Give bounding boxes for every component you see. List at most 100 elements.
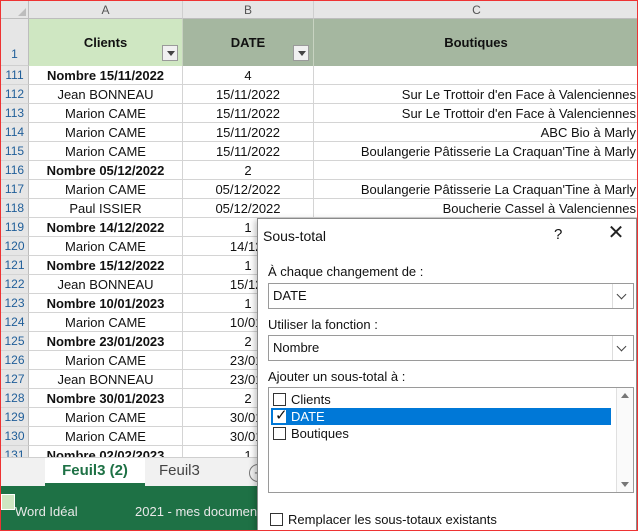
dialog-title: Sous-total	[263, 228, 327, 244]
cell-clients[interactable]: Marion CAME	[29, 408, 183, 427]
row-number[interactable]: 117	[1, 180, 29, 199]
cell-clients[interactable]: Paul ISSIER	[29, 199, 183, 218]
row-number[interactable]: 111	[1, 66, 29, 85]
row-number[interactable]: 129	[1, 408, 29, 427]
header-boutiques[interactable]: Boutiques	[314, 19, 637, 66]
cell-boutiques[interactable]: Boulangerie Pâtisserie La Craquan'Tine à…	[314, 180, 637, 199]
close-icon[interactable]: ✕	[606, 223, 626, 243]
cell-clients[interactable]: Marion CAME	[29, 142, 183, 161]
taskbar-item-1[interactable]: Word Idéal	[15, 504, 78, 519]
row-number[interactable]: 114	[1, 123, 29, 142]
cell-clients[interactable]: Nombre 05/12/2022	[29, 161, 183, 180]
row-number[interactable]: 124	[1, 313, 29, 332]
table-row: 117 Marion CAME 05/12/2022 Boulangerie Pâti…	[1, 180, 637, 199]
cell-date[interactable]: 15/11/2022	[183, 85, 314, 104]
cell-clients[interactable]: Nombre 30/01/2023	[29, 389, 183, 408]
row-number[interactable]: 127	[1, 370, 29, 389]
header-clients-label: Clients	[83, 35, 128, 50]
cell-date[interactable]: 2	[183, 161, 314, 180]
checkbox-clients[interactable]	[273, 393, 286, 406]
chevron-down-icon[interactable]	[612, 284, 633, 308]
filter-dropdown-icon[interactable]	[293, 45, 309, 61]
row-number[interactable]: 121	[1, 256, 29, 275]
cell-clients[interactable]: Marion CAME	[29, 104, 183, 123]
subtotal-dialog: Sous-total ? ✕ À chaque changement de : …	[257, 218, 637, 530]
help-icon[interactable]: ?	[554, 226, 562, 243]
list-scrollbar[interactable]	[616, 388, 633, 492]
tab-feuil3[interactable]: Feuil3	[159, 458, 200, 486]
row-number[interactable]: 122	[1, 275, 29, 294]
cell-date[interactable]: 15/11/2022	[183, 104, 314, 123]
column-header-c[interactable]: C	[314, 1, 637, 19]
row-number[interactable]: 126	[1, 351, 29, 370]
table-row: 112 Jean BONNEAU 15/11/2022 Sur Le Trottoir…	[1, 85, 637, 104]
cell-clients[interactable]: Nombre 10/01/2023	[29, 294, 183, 313]
header-clients[interactable]: Clients	[29, 19, 183, 66]
row-number[interactable]: 119	[1, 218, 29, 237]
cell-clients[interactable]: Jean BONNEAU	[29, 370, 183, 389]
checkbox-date[interactable]: ✓	[273, 407, 288, 424]
list-item-label: Boutiques	[291, 426, 349, 441]
table-row: 116 Nombre 05/12/2022 2	[1, 161, 637, 180]
taskbar-item-2[interactable]: 2021 - mes documents	[135, 504, 267, 520]
cell-date[interactable]: 15/11/2022	[183, 142, 314, 161]
row-number[interactable]: 120	[1, 237, 29, 256]
row-number[interactable]: 128	[1, 389, 29, 408]
row-number[interactable]: 112	[1, 85, 29, 104]
cell-date[interactable]: 4	[183, 66, 314, 85]
cell-clients[interactable]: Nombre 15/11/2022	[29, 66, 183, 85]
table-row: 118 Paul ISSIER 05/12/2022 Boucherie Cassel…	[1, 199, 637, 218]
column-header-a[interactable]: A	[29, 1, 183, 19]
scroll-up-icon[interactable]	[617, 388, 633, 402]
cell-boutiques[interactable]	[314, 66, 637, 85]
row-number[interactable]: 118	[1, 199, 29, 218]
change-select[interactable]: DATE	[268, 283, 634, 309]
cell-clients[interactable]: Nombre 14/12/2022	[29, 218, 183, 237]
cell-boutiques[interactable]: Sur Le Trottoir d'en Face à Valenciennes	[314, 85, 637, 104]
cell-boutiques[interactable]	[314, 161, 637, 180]
header-date-label: DATE	[230, 35, 266, 50]
row-number[interactable]: 125	[1, 332, 29, 351]
cell-clients[interactable]: Nombre 23/01/2023	[29, 332, 183, 351]
row-number[interactable]: 113	[1, 104, 29, 123]
cell-date[interactable]: 05/12/2022	[183, 180, 314, 199]
table-row: 115 Marion CAME 15/11/2022 Boulangerie Pâti…	[1, 142, 637, 161]
cell-clients[interactable]: Marion CAME	[29, 180, 183, 199]
row-number[interactable]: 130	[1, 427, 29, 446]
list-item-date[interactable]: ✓ DATE	[271, 407, 611, 425]
column-header-b[interactable]: B	[183, 1, 314, 19]
cell-clients[interactable]: Marion CAME	[29, 351, 183, 370]
header-date[interactable]: DATE	[183, 19, 314, 66]
row-number[interactable]: 116	[1, 161, 29, 180]
replace-subtotals-label[interactable]: Remplacer les sous-totaux existants	[288, 512, 497, 527]
checkbox-boutiques[interactable]	[273, 427, 286, 440]
replace-subtotals-checkbox[interactable]	[270, 513, 283, 526]
select-all-corner[interactable]	[1, 1, 29, 19]
list-item-clients[interactable]: Clients	[271, 391, 611, 408]
cell-boutiques[interactable]: ABC Bio à Marly	[314, 123, 637, 142]
cell-clients[interactable]: Marion CAME	[29, 427, 183, 446]
cell-boutiques[interactable]: Boucherie Cassel à Valenciennes	[314, 199, 637, 218]
list-item-boutiques[interactable]: Boutiques	[271, 425, 611, 442]
cell-clients[interactable]: Jean BONNEAU	[29, 275, 183, 294]
subtotal-fields-list[interactable]: Clients ✓ DATE Boutiques	[268, 387, 634, 493]
row-number[interactable]: 1	[1, 19, 29, 66]
cell-clients[interactable]: Marion CAME	[29, 313, 183, 332]
row-number[interactable]: 115	[1, 142, 29, 161]
chevron-down-icon[interactable]	[612, 336, 633, 360]
cell-date[interactable]: 15/11/2022	[183, 123, 314, 142]
cell-clients[interactable]: Nombre 15/12/2022	[29, 256, 183, 275]
cell-clients[interactable]: Marion CAME	[29, 237, 183, 256]
tab-feuil3-2[interactable]: Feuil3 (2)	[45, 458, 145, 486]
cell-date[interactable]: 05/12/2022	[183, 199, 314, 218]
cell-boutiques[interactable]: Boulangerie Pâtisserie La Craquan'Tine à…	[314, 142, 637, 161]
table-row: 111 Nombre 15/11/2022 4	[1, 66, 637, 85]
cell-clients[interactable]: Jean BONNEAU	[29, 85, 183, 104]
cell-boutiques[interactable]: Sur Le Trottoir d'en Face à Valenciennes	[314, 104, 637, 123]
function-select[interactable]: Nombre	[268, 335, 634, 361]
filter-dropdown-icon[interactable]	[162, 45, 178, 61]
list-item-label: DATE	[291, 409, 325, 424]
scroll-down-icon[interactable]	[617, 478, 633, 492]
row-number[interactable]: 123	[1, 294, 29, 313]
cell-clients[interactable]: Marion CAME	[29, 123, 183, 142]
